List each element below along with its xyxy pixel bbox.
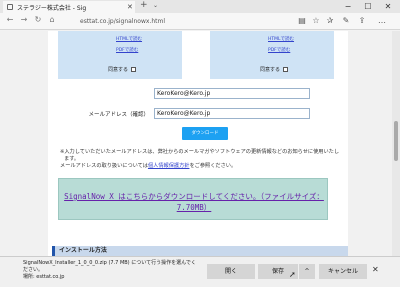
- agree-checkbox[interactable]: [283, 67, 289, 72]
- plan-box-right: HTMLで読む PDFで読む 同意する: [210, 31, 334, 79]
- download-link-box: SignalNow X はこちらからダウンロードしてください。（ファイルサイズ：…: [58, 178, 328, 220]
- download-file-link[interactable]: SignalNow X はこちらからダウンロードしてください。（ファイルサイズ：…: [59, 191, 329, 213]
- notification-text: SignalNowX_Installer_1_0_0_0.zip (7.7 MB…: [23, 260, 198, 281]
- page-scrollbar[interactable]: [392, 31, 400, 256]
- refresh-icon[interactable]: ↻: [32, 15, 44, 24]
- note-line-2: ます。: [64, 156, 80, 162]
- notification-close-icon[interactable]: ✕: [372, 265, 379, 274]
- title-bar: ステラジー株式会社 - Sig ✕ + ⌄ − ☐ ✕: [0, 0, 400, 13]
- open-button[interactable]: 開く: [207, 264, 255, 279]
- reading-view-icon[interactable]: ▤: [296, 16, 308, 25]
- notification-message: SignalNowX_Installer_1_0_0_0.zip (7.7 MB…: [23, 260, 196, 273]
- pdf-link[interactable]: PDFで読む: [116, 47, 138, 53]
- maximize-button[interactable]: ☐: [358, 0, 378, 13]
- mouse-cursor-icon: ➚: [289, 270, 296, 279]
- agree-row: 同意する: [108, 66, 137, 73]
- new-tab-button[interactable]: +: [140, 0, 148, 10]
- url-field[interactable]: esttat.co.jp/signalnowx.html: [80, 16, 280, 27]
- page-content: HTMLで読む PDFで読む 同意する HTMLで読む PDFで読む 同意する …: [48, 31, 348, 256]
- email-field[interactable]: KeroKero@Kero.jp: [154, 88, 310, 99]
- browser-tab[interactable]: ステラジー株式会社 - Sig ✕: [3, 1, 135, 13]
- forward-arrow-icon[interactable]: →: [18, 15, 30, 24]
- note-line-3: メールアドレスの取り扱いについては個人情報保護方針をご参照ください。: [60, 162, 236, 169]
- privacy-policy-link[interactable]: 個人情報保護方針: [148, 163, 190, 169]
- address-bar: ← → ↻ ⌂ esttat.co.jp/signalnowx.html ▤ ☆…: [0, 13, 400, 30]
- note-line-1: ※入力していただいたメールアドレスは、弊社からのメールマガやソフトウェアの更新情…: [60, 149, 340, 155]
- favorite-star-icon[interactable]: ☆: [310, 16, 322, 25]
- agree-checkbox[interactable]: [131, 67, 137, 72]
- agree-row: 同意する: [260, 66, 289, 73]
- download-notification-bar: SignalNowX_Installer_1_0_0_0.zip (7.7 MB…: [0, 256, 400, 287]
- save-options-chevron-icon[interactable]: ^: [299, 264, 315, 279]
- home-icon[interactable]: ⌂: [46, 15, 58, 24]
- tab-close-icon[interactable]: ✕: [127, 3, 133, 11]
- tab-list-chevron-icon[interactable]: ⌄: [153, 2, 158, 9]
- window-close-button[interactable]: ✕: [378, 0, 398, 13]
- email-confirm-field[interactable]: KeroKero@Kero.jp: [154, 108, 310, 119]
- more-menu-icon[interactable]: …: [376, 16, 388, 25]
- install-heading: インストール方法: [52, 246, 348, 256]
- download-link-line-1[interactable]: SignalNow X はこちらからダウンロードしてください。（ファイルサイズ：: [59, 191, 329, 202]
- tab-title: ステラジー株式会社 - Sig: [17, 4, 87, 12]
- note-suffix: をご参照ください。: [189, 163, 237, 169]
- agree-label: 同意する: [108, 67, 129, 73]
- note-prefix: メールアドレスの取り扱いについては: [60, 163, 148, 169]
- html-link[interactable]: HTMLで読む: [116, 36, 142, 42]
- download-button[interactable]: ダウンロード: [182, 127, 228, 140]
- page-viewport: HTMLで読む PDFで読む 同意する HTMLで読む PDFで読む 同意する …: [0, 31, 392, 256]
- pdf-link[interactable]: PDFで読む: [268, 47, 290, 53]
- download-link-line-2[interactable]: 7.70MB）: [59, 202, 329, 213]
- plan-box-left: HTMLで読む PDFで読む 同意する: [58, 31, 182, 79]
- notification-location: 場所: esttat.co.jp: [23, 274, 65, 280]
- agree-label: 同意する: [260, 67, 281, 73]
- email-confirm-label: メールアドレス（確認）: [88, 112, 149, 118]
- back-arrow-icon[interactable]: ←: [4, 15, 16, 24]
- share-icon[interactable]: ⇪: [356, 16, 368, 25]
- html-link[interactable]: HTMLで読む: [268, 36, 294, 42]
- cancel-button[interactable]: キャンセル: [319, 264, 367, 279]
- favorites-hub-icon[interactable]: ✰: [324, 16, 336, 25]
- scrollbar-thumb[interactable]: [394, 121, 398, 161]
- minimize-button[interactable]: −: [338, 0, 358, 13]
- notes-pen-icon[interactable]: ✎: [340, 16, 352, 25]
- page-icon: [7, 4, 13, 10]
